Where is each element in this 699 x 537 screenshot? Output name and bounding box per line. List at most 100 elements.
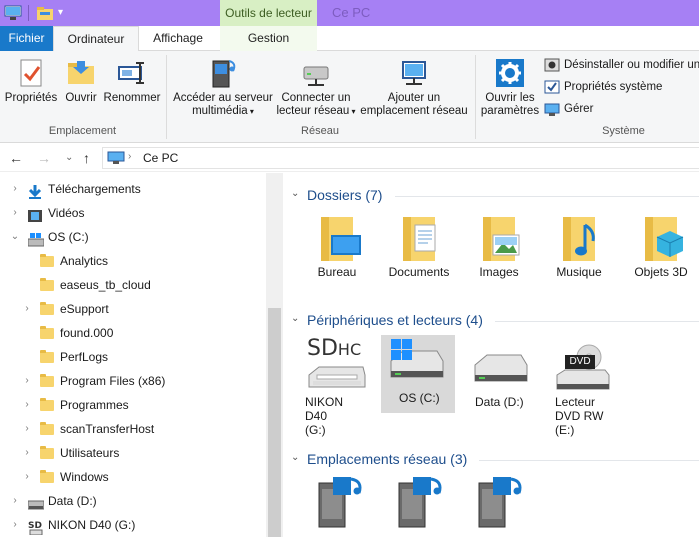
tab-affichage[interactable]: Affichage	[139, 26, 217, 51]
scrollbar-thumb[interactable]	[268, 308, 281, 537]
folder-objets-3d[interactable]: Objets 3D	[629, 213, 693, 279]
nav-item[interactable]: PerfLogs	[0, 345, 266, 369]
nav-item[interactable]: › scanTransferHost	[0, 417, 266, 441]
folder-icon	[40, 446, 54, 459]
nav-item-label: Analytics	[60, 254, 109, 268]
group-label-emplacement: Emplacement	[48, 125, 117, 137]
folder-icon	[40, 398, 54, 411]
tab-gestion[interactable]: Gestion	[220, 26, 317, 51]
expand-chevron-icon[interactable]: ›	[22, 465, 32, 489]
collapse-chevron-icon[interactable]: ⌄	[291, 188, 299, 199]
expand-chevron-icon[interactable]: ›	[10, 513, 20, 537]
folder-bureau[interactable]: Bureau	[305, 213, 369, 279]
expand-chevron-icon[interactable]: ›	[10, 489, 20, 513]
expand-chevron-icon[interactable]: ›	[10, 177, 20, 201]
up-arrow-icon[interactable]: ↑	[83, 149, 90, 167]
nav-item-label: Téléchargements	[48, 182, 141, 196]
folder-quick-icon[interactable]	[36, 4, 54, 22]
uninstall-button[interactable]: Désinstaller ou modifier un	[544, 56, 699, 74]
rename-button[interactable]: Renommer	[103, 57, 161, 105]
drive-os[interactable]: OS (C:)	[381, 335, 455, 413]
nav-item[interactable]: ⌄ OS (C:)	[0, 225, 266, 249]
expand-chevron-icon[interactable]: ›	[22, 369, 32, 393]
open-button[interactable]: Ouvrir	[62, 57, 100, 105]
collapse-chevron-icon[interactable]: ⌄	[291, 452, 299, 463]
drive-label-letter: (E:)	[555, 423, 575, 437]
media-server-label-1: Accéder au serveur	[173, 92, 273, 104]
back-arrow-icon[interactable]: ←	[9, 149, 23, 167]
address-box[interactable]: › Ce PC	[102, 147, 699, 169]
media-server-button[interactable]: Accéder au serveur multimédia ▾	[172, 57, 274, 118]
nav-item[interactable]: › Windows	[0, 465, 266, 489]
nav-item[interactable]: › Téléchargements	[0, 177, 266, 201]
dropdown-icon[interactable]: ▾	[58, 4, 70, 22]
breadcrumb-path[interactable]: Ce PC	[143, 151, 178, 165]
section-title-peripheriques[interactable]: Périphériques et lecteurs (4)	[307, 312, 483, 328]
map-network-drive-button[interactable]: Connecter un lecteur réseau ▾	[276, 57, 356, 118]
nav-scrollbar[interactable]	[266, 173, 283, 537]
breadcrumb-chevron-icon[interactable]: ›	[128, 151, 131, 162]
nav-item-label: NIKON D40 (G:)	[48, 518, 136, 532]
open-settings-button[interactable]: Ouvrir les paramètres	[480, 57, 540, 118]
nav-item[interactable]: › Data (D:)	[0, 489, 266, 513]
map-drive-label-2: lecteur réseau	[276, 105, 350, 117]
add-network-location-button[interactable]: Ajouter un emplacement réseau	[359, 57, 469, 118]
manage-button[interactable]: Gérer	[544, 100, 593, 118]
group-label-systeme: Système	[602, 125, 645, 137]
nav-item-label: Programmes	[60, 398, 129, 412]
address-bar-row: ← → ⌄ ↑ › Ce PC	[0, 144, 699, 172]
system-properties-button[interactable]: Propriétés système	[544, 78, 662, 96]
add-location-label-1: Ajouter un	[387, 92, 441, 104]
network-location-3[interactable]	[473, 473, 529, 532]
ribbon: Propriétés Ouvrir Renommer Emplacement A…	[0, 51, 699, 143]
manage-label: Gérer	[564, 103, 594, 115]
nav-item[interactable]: Analytics	[0, 249, 266, 273]
expand-chevron-icon[interactable]: ›	[22, 417, 32, 441]
expand-chevron-icon[interactable]: ›	[22, 297, 32, 321]
sd-badge: SD	[307, 336, 338, 361]
drive-nikon[interactable]: SDHC NIKON D40 (G:)	[305, 335, 367, 437]
nav-item[interactable]: › Program Files (x86)	[0, 369, 266, 393]
folder-documents[interactable]: Documents	[384, 213, 454, 279]
recent-locations-chevron-icon[interactable]: ⌄	[65, 149, 73, 167]
nav-item[interactable]: › eSupport	[0, 297, 266, 321]
tab-fichier[interactable]: Fichier	[0, 26, 53, 51]
content-pane: ⌄ Dossiers (7) Bureau Documents Images M…	[283, 173, 699, 537]
computer-icon	[107, 151, 125, 168]
folder-musique[interactable]: Musique	[549, 213, 609, 279]
nav-item[interactable]: easeus_tb_cloud	[0, 273, 266, 297]
nav-item-label: eSupport	[60, 302, 109, 316]
drive-data[interactable]: Data (D:)	[469, 335, 543, 409]
settings-label-2: paramètres	[480, 105, 540, 117]
properties-button[interactable]: Propriétés	[4, 57, 58, 105]
divider	[28, 5, 29, 21]
expand-chevron-icon[interactable]: ›	[22, 393, 32, 417]
group-label-reseau: Réseau	[301, 125, 339, 137]
nav-item[interactable]: › SD NIKON D40 (G:)	[0, 513, 266, 537]
expand-chevron-icon[interactable]: ›	[10, 201, 20, 225]
forward-arrow-icon[interactable]: →	[37, 149, 51, 167]
divider	[475, 55, 476, 139]
media-server-icon	[207, 57, 239, 89]
expanded-chevron-icon[interactable]: ⌄	[10, 225, 20, 249]
open-folder-icon	[65, 57, 97, 89]
tab-ordinateur[interactable]: Ordinateur	[53, 26, 139, 52]
rename-label: Renommer	[103, 92, 161, 104]
nav-item[interactable]: › Programmes	[0, 393, 266, 417]
network-location-2[interactable]	[393, 473, 449, 532]
nav-item[interactable]: › Vidéos	[0, 201, 266, 225]
drive-icon	[469, 335, 529, 395]
section-title-dossiers[interactable]: Dossiers (7)	[307, 187, 382, 203]
nav-item[interactable]: found.000	[0, 321, 266, 345]
computer-icon[interactable]	[4, 4, 22, 22]
media-server-icon	[398, 477, 442, 528]
folder-images[interactable]: Images	[469, 213, 529, 279]
network-location-1[interactable]	[313, 473, 369, 532]
chevron-down-icon: ▾	[247, 107, 254, 116]
section-title-reseau[interactable]: Emplacements réseau (3)	[307, 451, 467, 467]
divider	[495, 321, 699, 322]
drive-dvd[interactable]: DVD Lecteur DVD RW (E:)	[555, 335, 629, 437]
nav-item[interactable]: › Utilisateurs	[0, 441, 266, 465]
collapse-chevron-icon[interactable]: ⌄	[291, 313, 299, 324]
expand-chevron-icon[interactable]: ›	[22, 441, 32, 465]
